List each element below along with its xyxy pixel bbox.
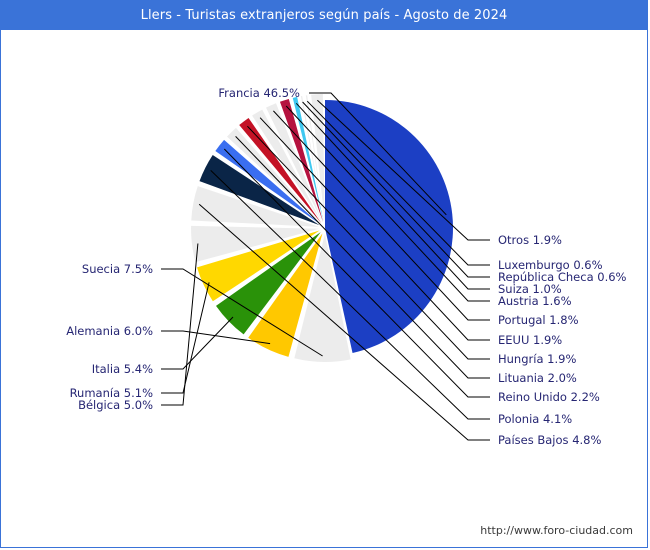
slice-label: Lituania 2.0% xyxy=(498,371,577,385)
leader-line xyxy=(161,282,210,394)
slice-label: Hungría 1.9% xyxy=(498,352,576,366)
page-title: Llers - Turistas extranjeros según país … xyxy=(140,8,508,23)
slice-label: Portugal 1.8% xyxy=(498,313,579,327)
pie-chart-plot-area: Francia 46.5% Suecia 7.5% Alemania 6.0% Ita… xyxy=(1,30,649,548)
slice-label: República Checa 0.6% xyxy=(498,270,627,284)
slice-label: Bélgica 5.0% xyxy=(78,398,153,412)
slice-label: Austria 1.6% xyxy=(498,294,572,308)
slice-label: Suiza 1.0% xyxy=(498,282,562,296)
slice-label: Polonia 4.1% xyxy=(498,412,572,426)
window-title-bar: Llers - Turistas extranjeros según país … xyxy=(1,1,647,30)
slice-label: Alemania 6.0% xyxy=(66,324,153,338)
leader-line xyxy=(161,243,199,406)
slice-label: Otros 1.9% xyxy=(498,233,562,247)
slice-label: Francia 46.5% xyxy=(218,86,300,100)
source-url: http://www.foro-ciudad.com xyxy=(480,524,633,537)
pie-slice[interactable] xyxy=(325,100,453,353)
slice-label: Reino Unido 2.2% xyxy=(498,390,600,404)
slice-label: Italia 5.4% xyxy=(92,362,153,376)
pie-chart-svg: Francia 46.5% Suecia 7.5% Alemania 6.0% Ita… xyxy=(66,86,627,447)
slice-label: Luxemburgo 0.6% xyxy=(498,258,603,272)
slice-label: Suecia 7.5% xyxy=(82,262,153,276)
slice-label: Países Bajos 4.8% xyxy=(498,433,601,447)
leader-line xyxy=(161,316,234,370)
slice-label: EEUU 1.9% xyxy=(498,333,562,347)
chart-window: Llers - Turistas extranjeros según país … xyxy=(0,0,648,548)
